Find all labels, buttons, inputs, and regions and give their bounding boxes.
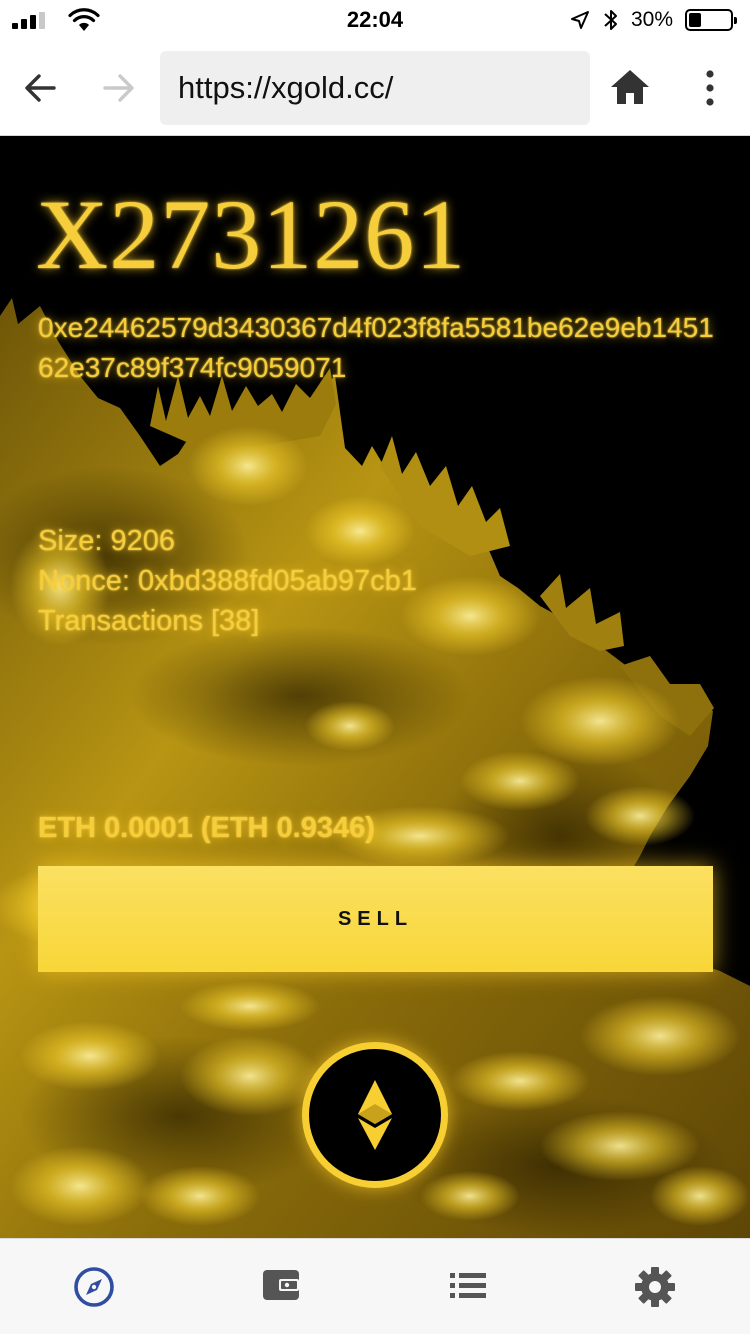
home-icon [611, 70, 649, 104]
gold-block-view: X2731261 0xe24462579d3430367d4f023f8fa55… [0, 136, 750, 1238]
home-button[interactable] [608, 67, 652, 107]
wallet-icon [262, 1270, 299, 1300]
battery-fill [689, 13, 701, 27]
ethereum-icon [358, 1080, 392, 1150]
forward-button[interactable] [99, 68, 139, 108]
compass-icon [73, 1267, 114, 1307]
block-size: Size: 9206 [38, 525, 176, 557]
block-title: X2731261 [36, 179, 467, 290]
ethereum-button[interactable] [302, 1042, 448, 1188]
overflow-menu-button[interactable] [700, 68, 720, 108]
block-hash: 0xe24462579d3430367d4f023f8fa5581be62e9e… [38, 312, 714, 383]
tab-list[interactable] [374, 1239, 561, 1334]
location-arrow-icon [571, 11, 589, 29]
back-button[interactable] [20, 68, 60, 108]
battery-percent: 30% [631, 8, 674, 31]
bluetooth-icon [604, 10, 617, 30]
block-nonce: Nonce: 0xbd388fd05ab97cb1 [38, 565, 417, 597]
sell-button[interactable]: SELL [38, 866, 713, 972]
gear-icon [634, 1267, 675, 1307]
battery-icon [685, 9, 737, 31]
bottom-tab-bar [0, 1238, 750, 1334]
app-root: 22:04 30% https://xgold.cc/ X2731261 0xe… [0, 0, 750, 1334]
status-bar: 22:04 30% [0, 0, 750, 40]
block-transactions[interactable]: Transactions [38] [38, 601, 259, 641]
tab-settings[interactable] [561, 1239, 748, 1334]
more-vertical-icon [706, 70, 714, 106]
tab-explore[interactable] [0, 1239, 187, 1334]
arrow-right-icon [103, 74, 134, 102]
url-field[interactable]: https://xgold.cc/ [160, 51, 590, 125]
list-icon [449, 1273, 486, 1298]
arrow-left-icon [25, 74, 56, 102]
price-label: ETH 0.0001 (ETH 0.9346) [38, 812, 375, 844]
browser-toolbar: https://xgold.cc/ [0, 40, 750, 136]
tab-wallet[interactable] [187, 1239, 374, 1334]
